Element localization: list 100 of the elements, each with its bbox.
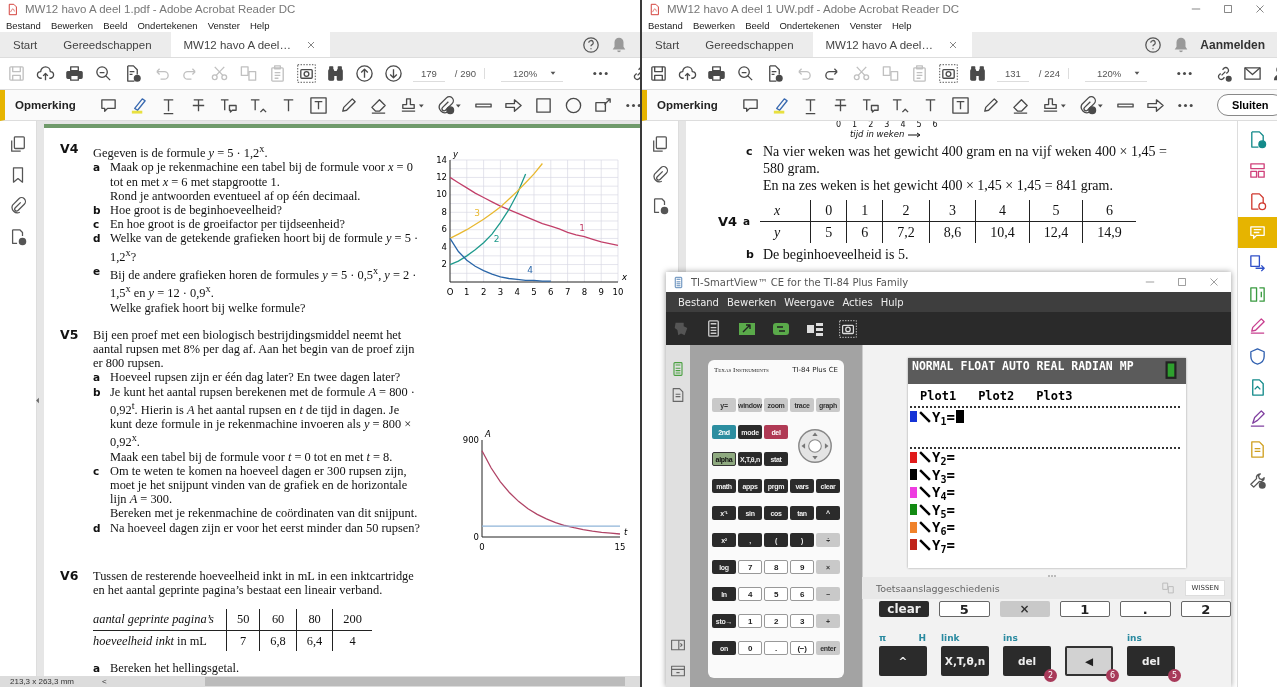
menu-item[interactable]: Ondertekenen [137,19,198,31]
menu-item[interactable]: Bestand [648,19,683,31]
calculator-key[interactable]: . [764,641,788,655]
menu-item[interactable]: Venster [207,19,240,31]
plot-toggle[interactable]: Plot1 [920,389,957,403]
key-history-key[interactable]: 1 [1059,601,1111,617]
calculator-key[interactable]: 9 [790,560,814,574]
tick-label: 8 [441,206,447,217]
menu-item[interactable]: Help [249,19,270,31]
menu-item[interactable]: Bewerken [726,296,777,308]
cloud-upload-icon[interactable] [36,64,55,83]
save-icon[interactable] [649,64,668,83]
function-label[interactable]: Y$_{4}$= [932,485,955,500]
rectangle-icon[interactable] [533,95,553,115]
calculator-key[interactable]: 1 [738,614,762,628]
circle-icon[interactable] [563,95,583,115]
function-label[interactable]: Y$_{2}$= [932,450,955,465]
paperclip-plain-icon[interactable] [651,166,669,184]
arrow-down-circle-icon[interactable] [384,64,403,83]
arrow-up-circle-icon[interactable] [355,64,374,83]
menu-item[interactable]: Beeld [103,19,128,31]
tab[interactable]: MW12 havo A deel… [812,32,972,57]
menu-item[interactable]: Bewerken [50,19,94,31]
calculator-key[interactable]: 2 [764,614,788,628]
maximize-icon[interactable] [1221,2,1235,16]
menu-item[interactable]: Bestand [6,19,41,31]
key-history-key[interactable]: X,T,θ,n [941,646,989,676]
menu-item[interactable]: Ondertekenen [779,19,840,31]
printer-icon[interactable] [707,64,726,83]
calculator-key[interactable]: 4 [738,587,762,601]
tab[interactable]: MW12 havo A deel… [170,32,330,57]
camera-icon[interactable] [939,64,958,83]
menu-item[interactable]: Help [891,19,912,31]
menu-item[interactable]: Acties [842,296,873,308]
calculator-key[interactable]: 8 [764,560,788,574]
help-icon[interactable] [1144,35,1163,54]
scroll-left-button[interactable]: < [102,677,107,686]
function-label[interactable]: Y$_{3}$= [932,467,955,482]
graph-style-icon [918,520,932,535]
binoculars-icon[interactable] [326,64,345,83]
window-icon[interactable] [670,663,686,679]
function-label[interactable]: Y$_{5}$= [932,502,955,517]
menu-item[interactable]: Weergave [784,296,835,308]
callout-icon[interactable] [593,95,613,115]
calculator-key[interactable]: 7 [738,560,762,574]
function-label[interactable]: Y$_{6}$= [932,520,955,535]
calculator-key[interactable]: 0 [738,641,762,655]
key-history-key[interactable]: . [1120,601,1171,617]
zoom-dropdown[interactable]: 120% [501,65,564,82]
menu-item[interactable]: Venster [849,19,882,31]
text-box-icon[interactable] [950,95,970,115]
sign-in-link[interactable]: Aanmelden [1200,37,1265,52]
zoom-dropdown[interactable]: 120% [1085,65,1148,82]
menu-item[interactable]: Beeld [745,19,770,31]
scrollbar[interactable] [204,677,625,686]
help-icon[interactable] [582,35,600,54]
key-history-key[interactable]: clear [879,601,930,617]
maximize-icon[interactable] [1175,275,1189,289]
page-number-field[interactable]: 179 [413,65,445,82]
plot-toggle[interactable]: Plot2 [978,389,1015,403]
tab[interactable]: Start [642,32,693,57]
menu-item[interactable]: Bestand [678,296,719,308]
paperclip-plain-icon[interactable] [9,197,27,215]
printer-icon[interactable] [65,64,84,83]
menu-item[interactable]: Bewerken [692,19,736,31]
paperclip-icon[interactable] [1078,95,1105,115]
cloud-upload-icon[interactable] [678,64,697,83]
tab[interactable]: Gereedschappen [692,32,807,57]
page-number-field[interactable]: 131 [997,65,1029,82]
document-lock-icon[interactable] [9,228,27,246]
search-icon[interactable] [736,64,755,83]
function-label[interactable]: Y$_{1}$= [932,409,955,424]
calculator-key[interactable]: 6 [790,587,814,601]
key-history-key[interactable]: ^ [879,646,927,676]
document-lock-icon[interactable] [651,197,669,215]
document-icon[interactable] [670,387,686,403]
key-history-key[interactable]: 2 [1180,601,1232,617]
menu-item[interactable]: Hulp [880,296,904,308]
chevron-left-icon[interactable] [33,396,42,405]
calculator-key[interactable]: 5 [764,587,788,601]
search-icon[interactable] [94,64,113,83]
tab[interactable]: Start [0,32,51,57]
binoculars-icon[interactable] [968,64,987,83]
plot-toggle[interactable]: Plot3 [1036,389,1073,403]
key-history-key[interactable]: 5 [939,601,990,617]
camera-icon[interactable] [297,64,316,83]
tab[interactable]: Gereedschappen [50,32,165,57]
calculator-key[interactable]: (−) [790,641,814,655]
tick-label: 4 [514,287,520,297]
copy-pages-icon[interactable] [651,135,669,153]
panel-toggle-icon[interactable] [670,637,686,653]
text-box-icon[interactable] [308,95,328,115]
calculator-key[interactable]: 3 [790,614,814,628]
key-history-key[interactable]: × [999,601,1050,617]
mail-icon[interactable] [1243,64,1263,83]
copy-pages-icon[interactable] [9,135,27,153]
paperclip-icon[interactable] [436,95,463,115]
function-label[interactable]: Y$_{7}$= [932,537,955,552]
direction-pad-icon[interactable] [797,427,833,464]
close-button[interactable]: Sluiten [1216,94,1277,116]
